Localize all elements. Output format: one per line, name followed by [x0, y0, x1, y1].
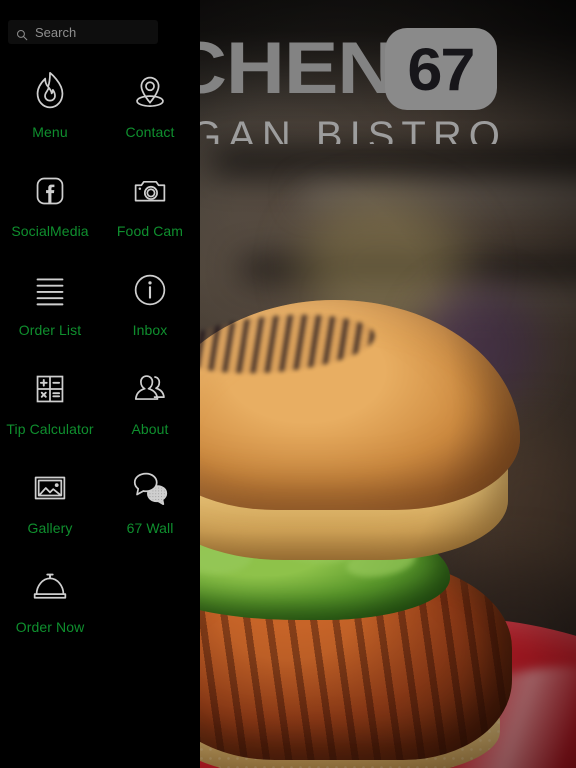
sidebar-item-order-now[interactable]: Order Now — [0, 551, 100, 650]
search-input[interactable]: Search — [35, 25, 76, 40]
sidebar-item-label: Order Now — [15, 619, 85, 635]
image-icon — [27, 462, 73, 514]
sidebar-item-order-list[interactable]: Order List — [0, 254, 100, 353]
camera-icon — [127, 165, 173, 217]
sidebar-item-67-wall[interactable]: 67 Wall — [100, 452, 200, 551]
sidebar-item-label: Contact — [125, 124, 175, 140]
search-bar[interactable]: Search — [8, 20, 158, 44]
sidebar-item-socialmedia[interactable]: SocialMedia — [0, 155, 100, 254]
sidebar: Search Menu Contact SocialMedia Food Cam… — [0, 0, 200, 768]
map-pin-icon — [127, 66, 173, 118]
sidebar-item-food-cam[interactable]: Food Cam — [100, 155, 200, 254]
sidebar-item-label: Gallery — [27, 520, 73, 536]
sidebar-item-label: Tip Calculator — [6, 421, 94, 437]
sidebar-item-label: Menu — [32, 124, 68, 140]
info-circle-icon — [127, 264, 173, 316]
search-icon — [16, 26, 28, 41]
calculator-icon — [27, 363, 73, 415]
sidebar-item-inbox[interactable]: Inbox — [100, 254, 200, 353]
facebook-icon — [27, 165, 73, 217]
cloche-icon — [27, 561, 73, 613]
people-icon — [127, 363, 173, 415]
sidebar-item-label: Food Cam — [116, 223, 184, 239]
app-root: CHEN 67 IGAN BISTRO Search Menu Contact … — [0, 0, 576, 768]
sidebar-item-label: 67 Wall — [126, 520, 174, 536]
sidebar-menu-grid: Menu Contact SocialMedia Food Cam Order … — [0, 56, 200, 650]
sidebar-item-label: Order List — [18, 322, 82, 338]
sidebar-item-label: Inbox — [132, 322, 168, 338]
sidebar-item-gallery[interactable]: Gallery — [0, 452, 100, 551]
sidebar-item-about[interactable]: About — [100, 353, 200, 452]
sidebar-item-contact[interactable]: Contact — [100, 56, 200, 155]
sidebar-empty-cell — [100, 551, 200, 650]
flame-icon — [27, 66, 73, 118]
list-lines-icon — [27, 264, 73, 316]
sidebar-item-label: SocialMedia — [11, 223, 89, 239]
speech-bubbles-icon — [127, 462, 173, 514]
sidebar-item-label: About — [131, 421, 169, 437]
sidebar-item-tip-calculator[interactable]: Tip Calculator — [0, 353, 100, 452]
sidebar-item-menu[interactable]: Menu — [0, 56, 100, 155]
